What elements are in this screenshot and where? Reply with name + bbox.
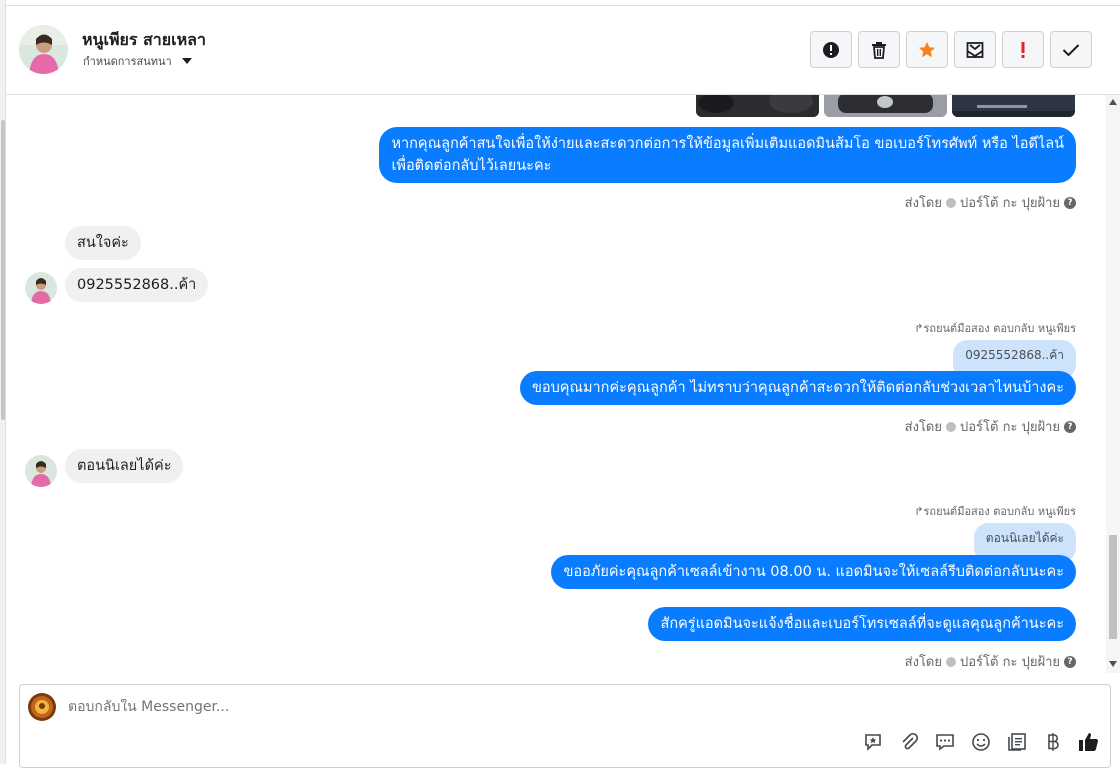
mark-done-button[interactable] bbox=[1050, 31, 1092, 68]
mark-unread-button[interactable] bbox=[954, 31, 996, 68]
like-button[interactable] bbox=[1078, 731, 1100, 753]
help-icon[interactable]: ? bbox=[1064, 196, 1076, 209]
incoming-message[interactable]: ตอนนิเลยได้ค่ะ bbox=[65, 449, 184, 483]
contact-avatar-small bbox=[25, 455, 57, 487]
incoming-message[interactable]: 0925552868..ค้า bbox=[65, 268, 209, 302]
sender-name[interactable]: ปอร์โต้ กะ ปุยฝ้าย bbox=[960, 192, 1060, 213]
baht-icon bbox=[1048, 733, 1059, 751]
notes-icon bbox=[1008, 733, 1026, 751]
scroll-up-arrow-icon[interactable] bbox=[1109, 99, 1117, 105]
outgoing-message[interactable]: ขอบคุณมากค่ะคุณลูกค้า ไม่ทราบว่าคุณลูกค้… bbox=[519, 371, 1076, 405]
left-scrollbar-thumb[interactable] bbox=[1, 120, 5, 420]
saved-reply-icon bbox=[865, 734, 881, 751]
contact-name: หนูเพียร สายเหลา bbox=[82, 30, 206, 49]
sent-by-prefix: ส่งโดย bbox=[904, 655, 942, 670]
help-icon[interactable]: ? bbox=[1064, 655, 1076, 668]
sent-by-info: ส่งโดย ปอร์โต้ กะ ปุยฝ้าย ? bbox=[905, 651, 1076, 672]
reply-context: ↱รถยนต์มือสอง ตอบกลับ หนูเพียร bbox=[914, 322, 1076, 335]
sent-by-prefix: ส่งโดย bbox=[904, 196, 942, 211]
sent-by-info: ส่งโดย ปอร์โต้ กะ ปุยฝ้าย ? bbox=[905, 416, 1076, 437]
payment-button[interactable] bbox=[1042, 731, 1064, 753]
assign-conversation-dropdown[interactable]: กำหนดการสนทนา bbox=[83, 52, 192, 70]
star-icon bbox=[918, 41, 936, 57]
contact-avatar-small bbox=[25, 272, 57, 304]
composer-actions bbox=[862, 731, 1100, 753]
thread-scrollbar[interactable] bbox=[1106, 95, 1120, 673]
car-photo-thumbnail[interactable] bbox=[696, 95, 819, 117]
caret-down-icon bbox=[181, 58, 192, 64]
saved-reply-button[interactable] bbox=[862, 731, 884, 753]
outgoing-message[interactable]: ขออภัยค่ะคุณลูกค้าเซลล์เข้างาน 08.00 น. … bbox=[551, 555, 1076, 589]
scroll-down-arrow-icon[interactable] bbox=[1109, 661, 1117, 667]
sent-by-prefix: ส่งโดย bbox=[904, 420, 942, 435]
incoming-message[interactable]: สนใจค่ะ bbox=[65, 226, 141, 260]
reply-context: ↱รถยนต์มือสอง ตอบกลับ หนูเพียร bbox=[914, 505, 1076, 518]
reply-input[interactable] bbox=[68, 699, 668, 715]
attachment-icon bbox=[902, 732, 919, 750]
help-icon[interactable]: ? bbox=[1064, 420, 1076, 433]
image-attachments bbox=[696, 95, 1075, 117]
chat-button[interactable] bbox=[934, 731, 956, 753]
reply-composer bbox=[19, 684, 1111, 768]
reply-context-text: รถยนต์มือสอง ตอบกลับ หนูเพียร bbox=[923, 322, 1076, 335]
car-photo-thumbnail[interactable] bbox=[824, 95, 947, 117]
page-dot-icon bbox=[946, 197, 956, 208]
exclamation-icon bbox=[1021, 41, 1025, 58]
alert-circle-icon bbox=[823, 41, 839, 58]
attach-button[interactable] bbox=[898, 731, 920, 753]
page-dot-icon bbox=[946, 421, 956, 432]
delete-button[interactable] bbox=[858, 31, 900, 68]
page-avatar bbox=[28, 693, 56, 721]
message-text-line: หากคุณลูกค้าสนใจเพื่อให้ง่ายและสะดวกต่อก… bbox=[391, 136, 1064, 152]
contact-avatar[interactable] bbox=[19, 25, 68, 74]
messenger-inbox-window: หนูเพียร สายเหลา กำหนดการสนทนา หากคุณลูก… bbox=[0, 0, 1120, 768]
emoji-icon bbox=[972, 733, 990, 751]
outgoing-message[interactable]: หากคุณลูกค้าสนใจเพื่อให้ง่ายและสะดวกต่อก… bbox=[379, 127, 1076, 183]
message-text-line: เพื่อติดต่อกลับไว้เลยนะคะ bbox=[391, 158, 552, 174]
spam-button[interactable] bbox=[810, 31, 852, 68]
thumbs-up-icon bbox=[1079, 733, 1098, 751]
document-photo-thumbnail[interactable] bbox=[952, 95, 1075, 117]
check-icon bbox=[1062, 43, 1080, 56]
outgoing-message[interactable]: สักครู่แอดมินจะแจ้งชื่อและเบอร์โทรเซลล์ท… bbox=[648, 607, 1076, 641]
sent-by-info: ส่งโดย ปอร์โต้ กะ ปุยฝ้าย ? bbox=[905, 192, 1076, 213]
trash-icon bbox=[872, 41, 886, 59]
priority-button[interactable] bbox=[1002, 31, 1044, 68]
reply-context-text: รถยนต์มือสอง ตอบกลับ หนูเพียร bbox=[923, 505, 1076, 518]
emoji-button[interactable] bbox=[970, 731, 992, 753]
mark-unread-icon bbox=[966, 41, 984, 58]
notes-button[interactable] bbox=[1006, 731, 1028, 753]
sender-name[interactable]: ปอร์โต้ กะ ปุยฝ้าย bbox=[960, 651, 1060, 672]
scrollbar-thumb[interactable] bbox=[1109, 535, 1117, 639]
sender-name[interactable]: ปอร์โต้ กะ ปุยฝ้าย bbox=[960, 416, 1060, 437]
star-button[interactable] bbox=[906, 31, 948, 68]
conversation-header: หนูเพียร สายเหลา กำหนดการสนทนา bbox=[6, 6, 1120, 95]
assign-label: กำหนดการสนทนา bbox=[83, 55, 172, 68]
chat-bubble-icon bbox=[936, 734, 954, 751]
conversation-toolbar bbox=[810, 31, 1092, 68]
message-thread: หากคุณลูกค้าสนใจเพื่อให้ง่ายและสะดวกต่อก… bbox=[6, 95, 1104, 673]
page-dot-icon bbox=[946, 656, 956, 667]
